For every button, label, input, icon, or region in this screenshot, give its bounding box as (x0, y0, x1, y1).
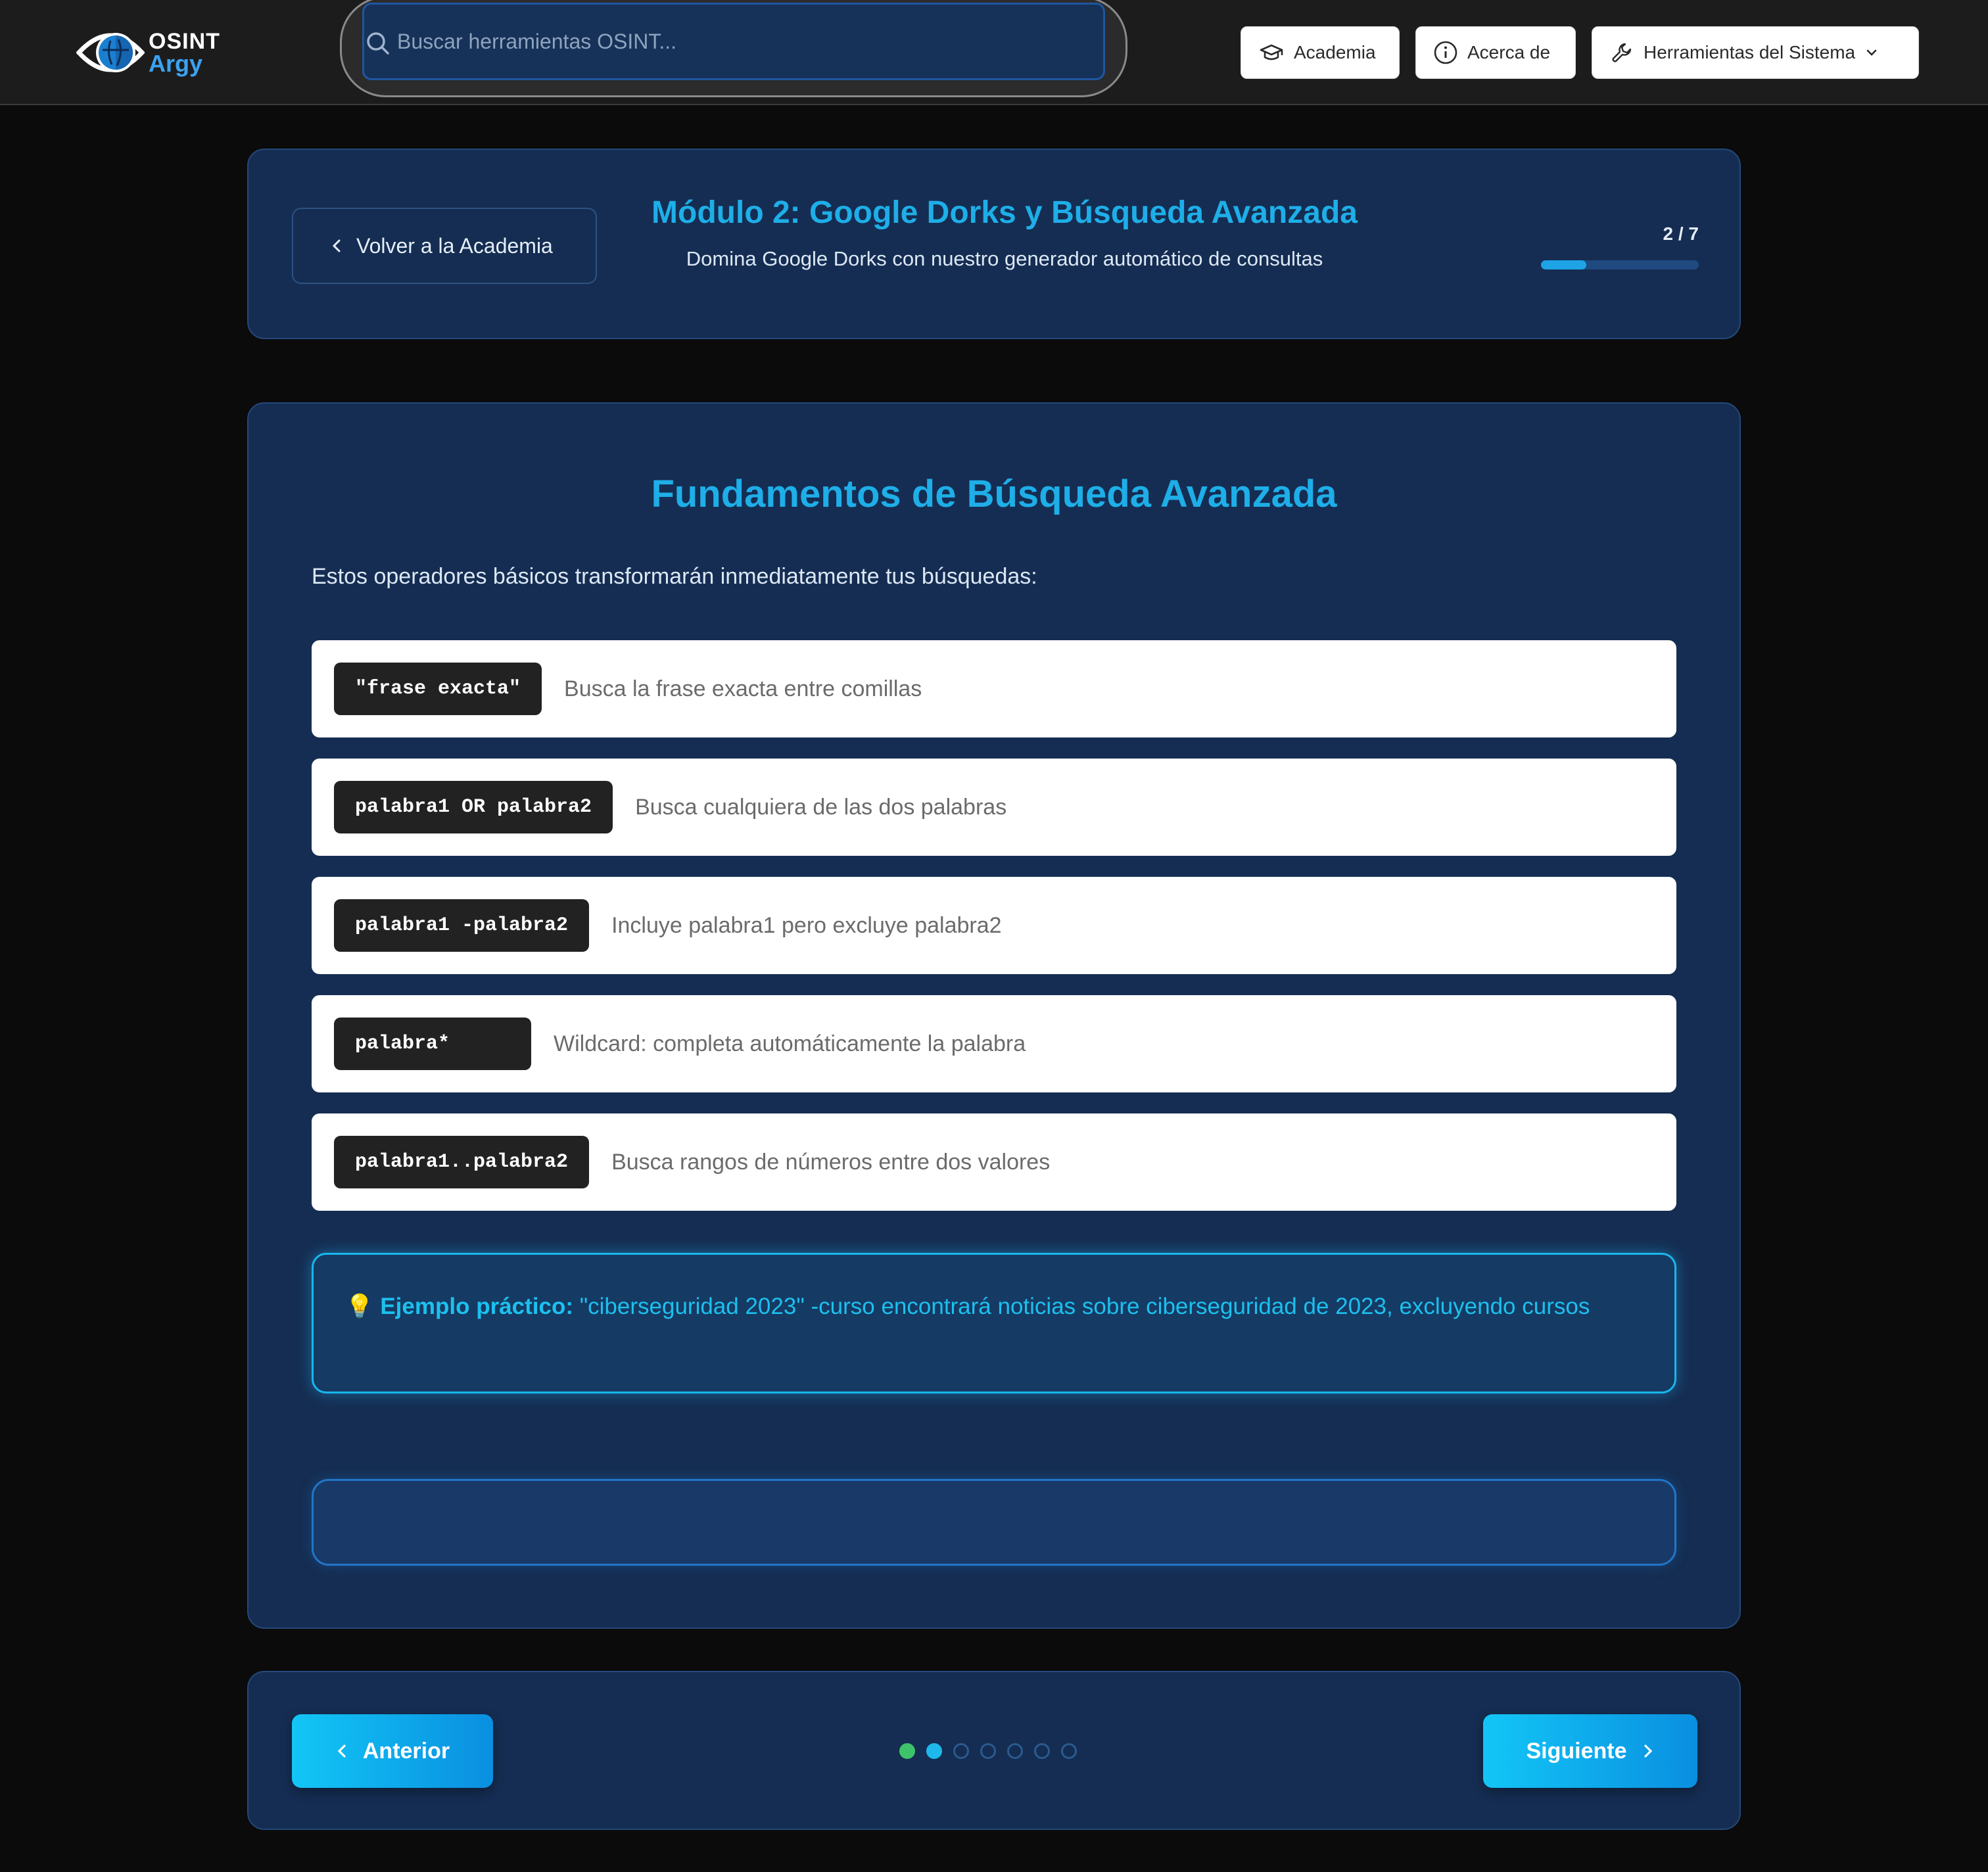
lesson-title: Fundamentos de Búsqueda Avanzada (651, 473, 1337, 515)
step-dot-4[interactable] (980, 1743, 996, 1759)
operator-row: palabra1 OR palabra2 Busca cualquiera de… (312, 759, 1676, 856)
previous-label: Anterior (362, 1738, 450, 1764)
module-header-card: Volver a la Academia Módulo 2: Google Do… (247, 149, 1741, 339)
lightbulb-icon: 💡 (345, 1294, 374, 1319)
lesson-intro: Estos operadores básicos transformarán i… (312, 564, 1037, 589)
graduation-cap-icon (1260, 44, 1283, 60)
academia-button[interactable]: Academia (1241, 26, 1400, 79)
acerca-button[interactable]: Acerca de (1415, 26, 1576, 79)
chevron-left-icon (337, 1744, 346, 1758)
operator-code: palabra1 -palabra2 (334, 899, 590, 952)
tip-text: "ciberseguridad 2023" -curso encontrará … (579, 1294, 1590, 1319)
info-icon (1434, 41, 1457, 64)
operator-description: Incluye palabra1 pero excluye palabra2 (611, 912, 1002, 938)
step-dot-1[interactable] (899, 1743, 915, 1759)
chevron-right-icon (1644, 1744, 1652, 1758)
step-dot-6[interactable] (1034, 1743, 1050, 1759)
academia-label: Academia (1294, 42, 1376, 62)
top-navbar: OSINT Argy Academia Acerca de (0, 0, 1988, 105)
progress-label: 2 / 7 (1663, 223, 1699, 244)
operator-description: Busca rangos de números entre dos valore… (611, 1149, 1051, 1175)
operator-row: "frase exacta" Busca la frase exacta ent… (312, 640, 1676, 737)
progress-fill (1541, 260, 1586, 269)
step-dot-7[interactable] (1061, 1743, 1077, 1759)
operator-code: palabra1 OR palabra2 (334, 781, 613, 833)
step-dot-2[interactable] (926, 1743, 942, 1759)
lesson-card: Fundamentos de Búsqueda Avanzada Estos o… (247, 402, 1741, 1629)
back-label: Volver a la Academia (356, 233, 553, 258)
operator-code: palabra1..palabra2 (334, 1136, 590, 1188)
operator-row: palabra1..palabra2 Busca rangos de númer… (312, 1113, 1676, 1211)
interactive-content-box (312, 1479, 1676, 1566)
next-label: Siguiente (1526, 1738, 1627, 1764)
operator-code: "frase exacta" (334, 663, 542, 715)
herramientas-dropdown[interactable]: Herramientas del Sistema (1592, 26, 1919, 79)
back-to-academy-button[interactable]: Volver a la Academia (292, 208, 597, 284)
next-button[interactable]: Siguiente (1483, 1714, 1697, 1788)
practical-example-callout: 💡 Ejemplo práctico: "ciberseguridad 2023… (312, 1253, 1676, 1393)
search-input[interactable] (397, 5, 1094, 78)
wrench-icon (1612, 43, 1632, 62)
operator-description: Busca la frase exacta entre comillas (564, 676, 922, 701)
step-dot-3[interactable] (953, 1743, 969, 1759)
operator-description: Busca cualquiera de las dos palabras (635, 794, 1007, 820)
chevron-down-icon (1866, 49, 1877, 56)
tip-label: Ejemplo práctico: (380, 1294, 573, 1319)
operator-code: palabra* (334, 1018, 531, 1070)
lesson-navigation-card: Anterior Siguiente (247, 1671, 1741, 1830)
previous-button[interactable]: Anterior (292, 1714, 493, 1788)
acerca-label: Acerca de (1467, 42, 1551, 62)
step-indicator (899, 1743, 1077, 1759)
operator-row: palabra1 -palabra2 Incluye palabra1 pero… (312, 877, 1676, 974)
chevron-left-icon (332, 239, 341, 252)
module-title: Módulo 2: Google Dorks y Búsqueda Avanza… (651, 195, 1358, 230)
osint-argy-logo[interactable]: OSINT Argy (76, 20, 221, 85)
operator-row: palabra* Wildcard: completa automáticame… (312, 995, 1676, 1092)
search-bar[interactable] (362, 3, 1105, 80)
progress-bar (1541, 260, 1699, 269)
eye-logo-icon (76, 33, 145, 72)
step-dot-5[interactable] (1007, 1743, 1023, 1759)
operator-description: Wildcard: completa automáticamente la pa… (554, 1031, 1026, 1056)
herramientas-label: Herramientas del Sistema (1644, 42, 1856, 62)
logo-text-argy: Argy (149, 50, 203, 77)
module-subtitle: Domina Google Dorks con nuestro generado… (686, 247, 1323, 270)
